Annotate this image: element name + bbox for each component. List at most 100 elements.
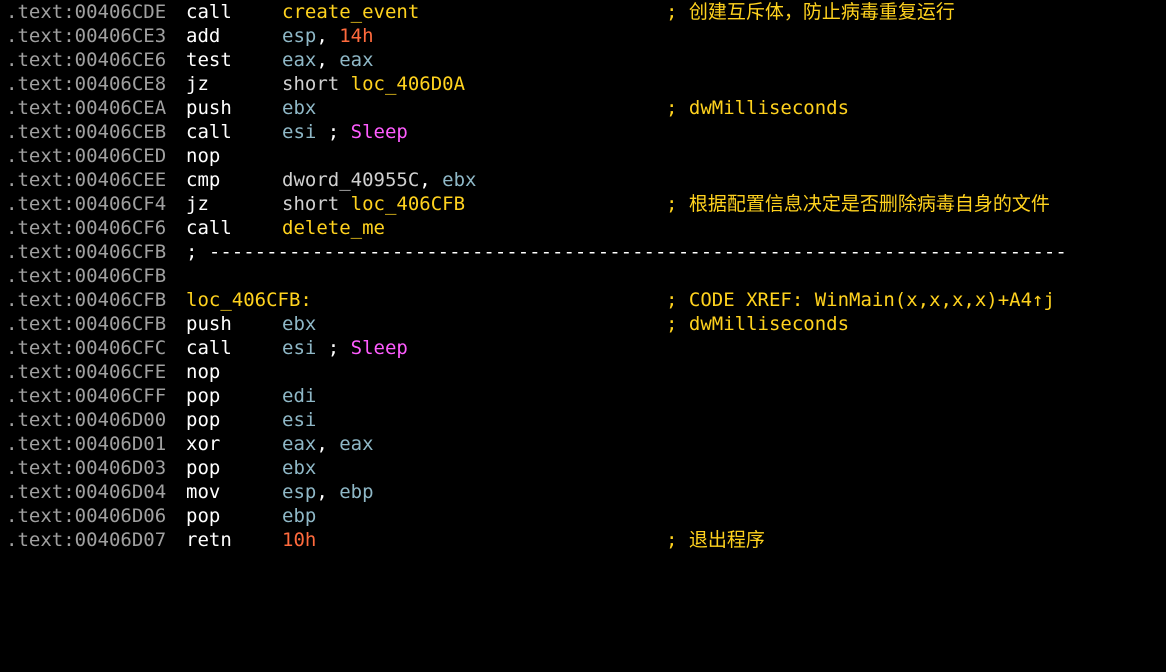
code-line[interactable]: .text:00406D00 pop esi <box>6 408 1164 432</box>
address[interactable]: .text:00406CDE <box>6 0 166 24</box>
code-line[interactable]: .text:00406CFB push ebx ; dwMilliseconds <box>6 312 1164 336</box>
code-line[interactable]: .text:00406D06 pop ebp <box>6 504 1164 528</box>
code-line[interactable]: .text:00406D01 xor eax, eax <box>6 432 1164 456</box>
address[interactable]: .text:00406CF6 <box>6 216 166 240</box>
address[interactable]: .text:00406CE3 <box>6 24 166 48</box>
code-line[interactable]: .text:00406CEA push ebx ; dwMilliseconds <box>6 96 1164 120</box>
operand-register[interactable]: ebx <box>282 313 316 335</box>
operand-data-name[interactable]: dword_40955C <box>282 169 419 191</box>
mnemonic[interactable]: nop <box>186 144 220 168</box>
operand[interactable]: eax, eax <box>282 432 374 456</box>
mnemonic[interactable]: pop <box>186 504 220 528</box>
mnemonic[interactable]: mov <box>186 480 220 504</box>
code-line[interactable]: .text:00406CFF pop edi <box>6 384 1164 408</box>
mnemonic[interactable]: call <box>186 120 232 144</box>
mnemonic[interactable]: call <box>186 336 232 360</box>
mnemonic[interactable]: call <box>186 0 232 24</box>
operand[interactable]: create_event <box>282 0 419 24</box>
code-line[interactable]: .text:00406CFE nop <box>6 360 1164 384</box>
code-line[interactable]: .text:00406D03 pop ebx <box>6 456 1164 480</box>
comment[interactable]: ; 根据配置信息决定是否删除病毒自身的文件 <box>666 192 1050 216</box>
operand-register[interactable]: eax <box>339 433 373 455</box>
operand[interactable]: dword_40955C, ebx <box>282 168 477 192</box>
code-line[interactable]: .text:00406D07 retn 10h ; 退出程序 <box>6 528 1164 552</box>
code-line[interactable]: .text:00406D04 mov esp, ebp <box>6 480 1164 504</box>
address[interactable]: .text:00406CEE <box>6 168 166 192</box>
comment[interactable]: ; 创建互斥体，防止病毒重复运行 <box>666 0 955 24</box>
operand-api-name[interactable]: Sleep <box>351 121 408 143</box>
operand[interactable]: ebp <box>282 504 316 528</box>
mnemonic[interactable]: pop <box>186 456 220 480</box>
operand-register[interactable]: esi <box>282 337 316 359</box>
operand-immediate[interactable]: 10h <box>282 529 316 551</box>
operand-register[interactable]: ebx <box>282 97 316 119</box>
comment[interactable]: ; dwMilliseconds <box>666 312 849 336</box>
operand[interactable]: ebx <box>282 96 316 120</box>
code-line[interactable]: .text:00406CE3 add esp, 14h <box>6 24 1164 48</box>
operand-register[interactable]: esp <box>282 25 316 47</box>
mnemonic[interactable]: jz <box>186 192 209 216</box>
code-line[interactable]: .text:00406CEE cmp dword_40955C, ebx <box>6 168 1164 192</box>
address[interactable]: .text:00406CFE <box>6 360 166 384</box>
operand-symbol[interactable]: loc_406CFB <box>351 193 465 215</box>
address[interactable]: .text:00406CFC <box>6 336 166 360</box>
operand-register[interactable]: ebp <box>282 505 316 527</box>
address[interactable]: .text:00406CFB <box>6 240 166 264</box>
operand[interactable]: ebx <box>282 456 316 480</box>
operand-register[interactable]: esp <box>282 481 316 503</box>
operand-register[interactable]: eax <box>339 49 373 71</box>
address[interactable]: .text:00406CFF <box>6 384 166 408</box>
disassembly-listing[interactable]: .text:00406CDE call create_event ; 创建互斥体… <box>6 0 1164 552</box>
operand-register[interactable]: ebx <box>442 169 476 191</box>
code-line[interactable]: .text:00406CE6 test eax, eax <box>6 48 1164 72</box>
mnemonic[interactable]: push <box>186 96 232 120</box>
separator-line[interactable]: .text:00406CFB ; -----------------------… <box>6 240 1164 264</box>
operand-register[interactable]: eax <box>282 49 316 71</box>
label-line[interactable]: .text:00406CFB loc_406CFB: ; CODE XREF: … <box>6 288 1164 312</box>
address[interactable]: .text:00406D01 <box>6 432 166 456</box>
address[interactable]: .text:00406CFB <box>6 312 166 336</box>
operand-symbol[interactable]: loc_406D0A <box>351 73 465 95</box>
address[interactable]: .text:00406D04 <box>6 480 166 504</box>
operand-symbol[interactable]: delete_me <box>282 217 385 239</box>
code-label[interactable]: loc_406CFB: <box>186 288 312 312</box>
code-line[interactable]: .text:00406CEB call esi ; Sleep <box>6 120 1164 144</box>
operand-immediate[interactable]: 14h <box>339 25 373 47</box>
operand[interactable]: esi ; Sleep <box>282 336 408 360</box>
operand-register[interactable]: esi <box>282 121 316 143</box>
comment[interactable]: ; 退出程序 <box>666 528 765 552</box>
address[interactable]: .text:00406CF4 <box>6 192 166 216</box>
address[interactable]: .text:00406CED <box>6 144 166 168</box>
operand-register[interactable]: ebp <box>339 481 373 503</box>
operand[interactable]: edi <box>282 384 316 408</box>
operand-register[interactable]: edi <box>282 385 316 407</box>
address[interactable]: .text:00406D06 <box>6 504 166 528</box>
operand-symbol[interactable]: create_event <box>282 1 419 23</box>
xref-comment[interactable]: ; CODE XREF: WinMain(x,x,x,x)+A4↑j <box>666 288 1055 312</box>
address[interactable]: .text:00406CFB <box>6 288 166 312</box>
mnemonic[interactable]: jz <box>186 72 209 96</box>
mnemonic[interactable]: add <box>186 24 220 48</box>
mnemonic[interactable]: retn <box>186 528 232 552</box>
comment[interactable]: ; dwMilliseconds <box>666 96 849 120</box>
mnemonic[interactable]: call <box>186 216 232 240</box>
address[interactable]: .text:00406CEA <box>6 96 166 120</box>
mnemonic[interactable]: pop <box>186 408 220 432</box>
operand[interactable]: esp, ebp <box>282 480 374 504</box>
code-line[interactable]: .text:00406CED nop <box>6 144 1164 168</box>
code-line[interactable]: .text:00406CF4 jz short loc_406CFB ; 根据配… <box>6 192 1164 216</box>
address[interactable]: .text:00406D03 <box>6 456 166 480</box>
mnemonic[interactable]: push <box>186 312 232 336</box>
operand[interactable]: esi ; Sleep <box>282 120 408 144</box>
operand-register[interactable]: esi <box>282 409 316 431</box>
address[interactable]: .text:00406CE6 <box>6 48 166 72</box>
operand[interactable]: delete_me <box>282 216 385 240</box>
mnemonic[interactable]: pop <box>186 384 220 408</box>
operand[interactable]: ebx <box>282 312 316 336</box>
code-line[interactable]: .text:00406CFB <box>6 264 1164 288</box>
operand-register[interactable]: ebx <box>282 457 316 479</box>
mnemonic[interactable]: test <box>186 48 232 72</box>
code-line[interactable]: .text:00406CFC call esi ; Sleep <box>6 336 1164 360</box>
operand[interactable]: short loc_406D0A <box>282 72 465 96</box>
address[interactable]: .text:00406D07 <box>6 528 166 552</box>
